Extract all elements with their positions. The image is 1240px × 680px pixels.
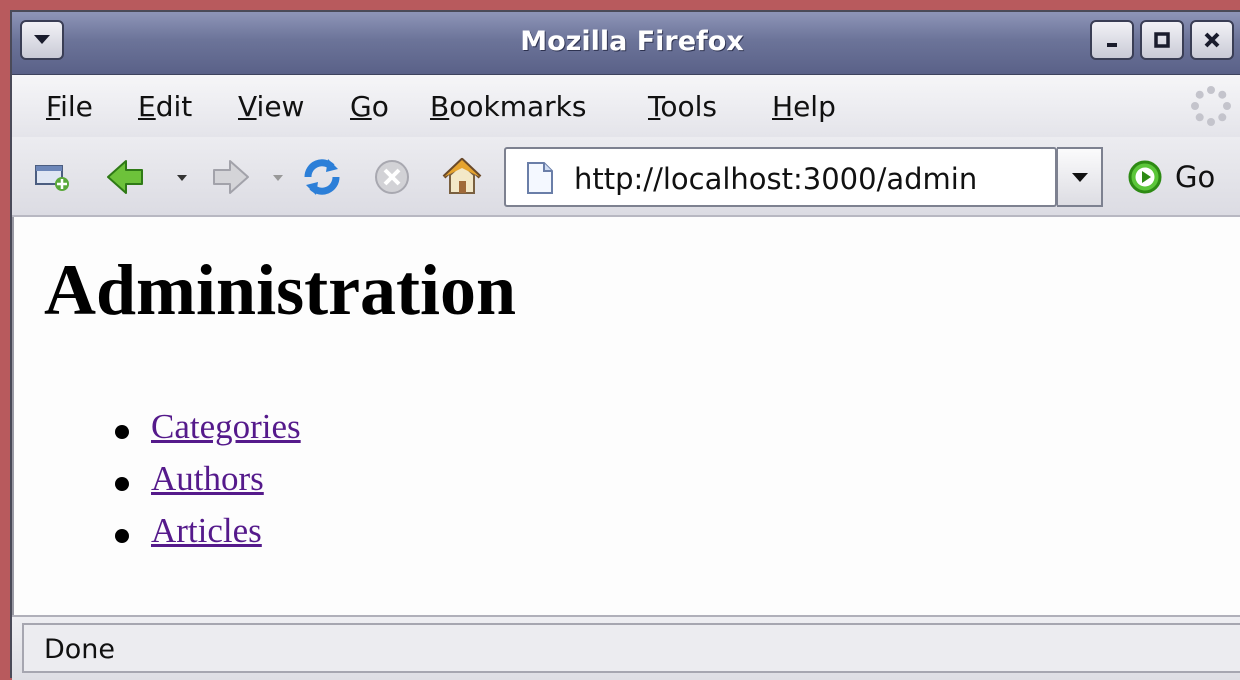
- menu-bar: File Edit View Go Bookmarks Tools Help: [12, 75, 1240, 137]
- list-bullet: [115, 425, 129, 439]
- articles-link[interactable]: Articles: [151, 511, 262, 551]
- menu-edit-mnemonic: E: [138, 90, 156, 123]
- menu-view[interactable]: View: [238, 90, 304, 123]
- menu-edit-label: dit: [155, 90, 193, 123]
- title-bar: Mozilla Firefox: [12, 12, 1240, 75]
- window-title: Mozilla Firefox: [520, 26, 744, 57]
- menu-file-mnemonic: F: [46, 90, 61, 123]
- url-bar[interactable]: http://localhost:3000/admin: [504, 147, 1057, 207]
- menu-go-label: o: [371, 90, 389, 123]
- forward-history-dropdown-icon[interactable]: [272, 173, 284, 183]
- throbber-icon: [1191, 86, 1231, 126]
- menu-view-mnemonic: V: [238, 90, 257, 123]
- menu-edit[interactable]: Edit: [138, 90, 192, 123]
- menu-help-mnemonic: H: [772, 90, 794, 123]
- page-icon: [527, 162, 553, 194]
- list-bullet: [115, 529, 129, 543]
- menu-bookmarks-label: ookmarks: [449, 90, 587, 123]
- status-text: Done: [44, 634, 116, 665]
- categories-link[interactable]: Categories: [151, 407, 301, 447]
- home-icon[interactable]: [440, 155, 484, 199]
- menu-tools-mnemonic: T: [648, 90, 661, 123]
- menu-bookmarks-mnemonic: B: [430, 90, 450, 123]
- menu-view-label: iew: [256, 90, 305, 123]
- menu-bookmarks[interactable]: Bookmarks: [430, 90, 586, 123]
- url-dropdown-button[interactable]: [1057, 147, 1103, 207]
- page-title: Administration: [44, 250, 517, 330]
- close-button[interactable]: [1190, 20, 1234, 60]
- new-window-icon[interactable]: [34, 162, 70, 192]
- go-icon: [1128, 160, 1162, 194]
- menu-tools[interactable]: Tools: [648, 90, 717, 123]
- authors-link[interactable]: Authors: [151, 459, 264, 499]
- page-content: Administration Categories Authors Articl…: [12, 217, 1240, 615]
- forward-icon[interactable]: [208, 157, 252, 197]
- browser-window: Mozilla Firefox File Edit View Go Bookma…: [10, 10, 1240, 680]
- stop-icon[interactable]: [372, 157, 412, 197]
- maximize-icon: [1154, 32, 1170, 48]
- status-bar: Done: [12, 615, 1240, 680]
- menu-go[interactable]: Go: [350, 90, 389, 123]
- close-icon: [1204, 32, 1220, 48]
- menu-go-mnemonic: G: [350, 90, 372, 123]
- go-label: Go: [1175, 160, 1216, 194]
- menu-file-label: ile: [60, 90, 93, 123]
- go-button[interactable]: Go: [1127, 157, 1215, 197]
- list-bullet: [115, 477, 129, 491]
- back-history-dropdown-icon[interactable]: [176, 173, 188, 183]
- dropdown-arrow-icon: [1071, 173, 1088, 182]
- menu-tools-label: ools: [660, 90, 717, 123]
- minimize-button[interactable]: [1090, 20, 1134, 60]
- back-icon[interactable]: [104, 157, 148, 197]
- menu-file[interactable]: File: [46, 90, 93, 123]
- menu-help[interactable]: Help: [772, 90, 836, 123]
- menu-help-label: elp: [793, 90, 836, 123]
- reload-icon[interactable]: [300, 155, 344, 199]
- maximize-button[interactable]: [1140, 20, 1184, 60]
- minimize-icon: [1107, 43, 1117, 47]
- navigation-toolbar: http://localhost:3000/admin Go: [12, 137, 1240, 217]
- status-panel: Done: [22, 623, 1240, 673]
- url-text: http://localhost:3000/admin: [574, 162, 978, 196]
